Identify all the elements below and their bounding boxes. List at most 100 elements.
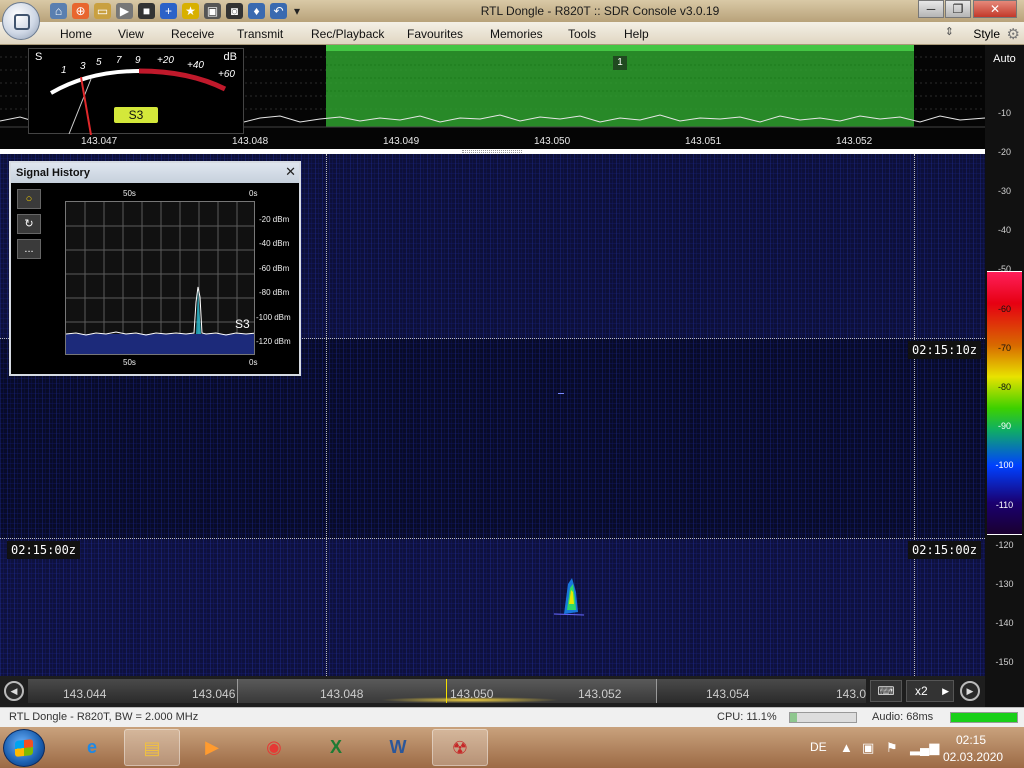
taskbar-app-media-player[interactable]: ▶ bbox=[184, 729, 240, 766]
tab-view[interactable]: View bbox=[118, 27, 144, 41]
status-bar: RTL Dongle - R820T, BW = 2.000 MHz CPU: … bbox=[0, 707, 1024, 727]
minimize-button[interactable]: ─ bbox=[918, 0, 944, 18]
maximize-button[interactable]: ❐ bbox=[945, 0, 971, 18]
history-axis-label: 0s bbox=[249, 189, 258, 198]
tab-help[interactable]: Help bbox=[624, 27, 649, 41]
app-icon bbox=[14, 14, 30, 30]
zoom-select[interactable]: x2 ▶ bbox=[906, 680, 954, 702]
clock-date[interactable]: 02.03.2020 bbox=[943, 750, 1003, 764]
stop-icon[interactable]: ■ bbox=[138, 3, 155, 19]
ruler-freq-label: 143.046 bbox=[192, 687, 236, 701]
color-scale-tick: -100 bbox=[995, 460, 1014, 470]
home-icon[interactable]: ⌂ bbox=[50, 3, 67, 19]
tuning-cursor[interactable] bbox=[446, 679, 447, 703]
quick-access-toolbar: ⌂ ⊕ ▭ ▶ ■ + ★ ▣ ◙ ♦ ↶ ▾ bbox=[50, 3, 302, 19]
s-meter-reading: S3 bbox=[114, 107, 158, 123]
audio-level-fill bbox=[951, 713, 1017, 722]
timestamp-label: 02:15:10z bbox=[908, 341, 982, 359]
spectrum-freq-tick: 143.049 bbox=[383, 136, 420, 147]
tray-expand-icon[interactable]: ▲ bbox=[840, 740, 853, 755]
gear-icon[interactable]: ⚙ bbox=[1007, 25, 1020, 43]
sdr-console-window: ⌂ ⊕ ▭ ▶ ■ + ★ ▣ ◙ ♦ ↶ ▾ RTL Dongle - R82… bbox=[0, 0, 1024, 768]
history-axis-label: 0s bbox=[249, 358, 258, 367]
close-icon[interactable]: ✕ bbox=[285, 164, 296, 180]
camera-icon[interactable]: ◙ bbox=[226, 3, 243, 19]
splitter-grip[interactable] bbox=[462, 150, 522, 153]
device-icon[interactable]: ▣ bbox=[862, 740, 874, 756]
record-button[interactable]: ○ bbox=[17, 189, 41, 209]
spectrum-freq-tick: 143.052 bbox=[836, 136, 873, 147]
db-tick: -40 bbox=[997, 225, 1011, 235]
tab-tools[interactable]: Tools bbox=[568, 27, 596, 41]
db-scale-60: +60 bbox=[218, 69, 235, 80]
taskbar-app-excel[interactable]: X bbox=[308, 729, 364, 766]
tab-receive[interactable]: Receive bbox=[171, 27, 214, 41]
signal-history-title-bar[interactable]: Signal History ✕ bbox=[11, 163, 299, 183]
ruler-freq-label: 143.050 bbox=[450, 687, 494, 701]
network-icon[interactable]: ▂▄▆ bbox=[910, 740, 939, 756]
close-button[interactable]: ✕ bbox=[973, 0, 1017, 18]
history-axis-label: 50s bbox=[123, 358, 136, 367]
color-scale-tick: -80 bbox=[997, 382, 1011, 392]
add-icon[interactable]: + bbox=[160, 3, 177, 19]
db-scale-20: +20 bbox=[157, 55, 174, 66]
star-icon[interactable]: ★ bbox=[182, 3, 199, 19]
color-scale-tick: -70 bbox=[997, 343, 1011, 353]
scroll-right-button[interactable]: ▶ bbox=[960, 681, 980, 701]
tab-rec-playback[interactable]: Rec/Playback bbox=[311, 27, 384, 41]
color-scale-top-handle[interactable] bbox=[987, 271, 1022, 272]
tab-transmit[interactable]: Transmit bbox=[237, 27, 283, 41]
folder-icon[interactable]: ▭ bbox=[94, 3, 111, 19]
application-menu-button[interactable] bbox=[2, 2, 40, 40]
spectrum-freq-tick: 143.048 bbox=[232, 136, 269, 147]
windows-logo-icon bbox=[15, 739, 33, 757]
audio-latency-label: Audio: 68ms bbox=[872, 711, 934, 723]
keyboard-button[interactable]: ⌨ bbox=[870, 680, 902, 702]
timestamp-label: 02:15:00z bbox=[908, 541, 982, 559]
history-level-label: -80 dBm bbox=[259, 288, 290, 297]
db-tick: -30 bbox=[997, 186, 1011, 196]
db-tick: -20 bbox=[997, 147, 1011, 157]
start-button[interactable] bbox=[3, 729, 45, 767]
filter-edge-line bbox=[914, 154, 915, 676]
history-axis-label: 50s bbox=[123, 189, 136, 198]
taskbar-app-word[interactable]: W bbox=[370, 729, 426, 766]
spectrum-freq-tick: 143.050 bbox=[534, 136, 571, 147]
lock-icon[interactable]: ▣ bbox=[204, 3, 221, 19]
vfo-marker[interactable]: 1 bbox=[613, 56, 627, 70]
play-icon[interactable]: ▶ bbox=[116, 3, 133, 19]
taskbar-app-windows-explorer[interactable]: ▤ bbox=[124, 729, 180, 766]
lifebuoy-icon[interactable]: ⊕ bbox=[72, 3, 89, 19]
taskbar-app-chrome[interactable]: ◉ bbox=[246, 729, 302, 766]
drop-icon[interactable]: ♦ bbox=[248, 3, 265, 19]
reset-button[interactable]: ↻ bbox=[17, 214, 41, 234]
taskbar-app-internet-explorer[interactable]: e bbox=[64, 729, 120, 766]
ruler-freq-label: 143.048 bbox=[320, 687, 364, 701]
more-options-button[interactable]: ... bbox=[17, 239, 41, 259]
taskbar-app-sdr-console[interactable]: ☢ bbox=[432, 729, 488, 766]
auto-scale-button[interactable]: Auto bbox=[985, 48, 1024, 70]
s-scale-3: 3 bbox=[80, 61, 86, 72]
s-scale-7: 7 bbox=[116, 55, 122, 66]
language-indicator[interactable]: DE bbox=[810, 740, 827, 754]
s-scale-5: 5 bbox=[96, 57, 102, 68]
style-menu[interactable]: Style bbox=[973, 27, 1000, 41]
cpu-usage-label: CPU: 11.1% bbox=[717, 711, 777, 723]
history-level-label: -100 dBm bbox=[256, 313, 291, 322]
qat-dropdown-icon[interactable]: ▾ bbox=[292, 3, 302, 19]
ribbon-scroll-icon[interactable]: ⇕ bbox=[945, 25, 954, 38]
db-scale-40: +40 bbox=[187, 60, 204, 71]
flag-icon[interactable]: ⚑ bbox=[886, 740, 898, 756]
clock-time[interactable]: 02:15 bbox=[956, 733, 986, 747]
title-bar: ⌂ ⊕ ▭ ▶ ■ + ★ ▣ ◙ ♦ ↶ ▾ RTL Dongle - R82… bbox=[0, 0, 1024, 22]
tab-memories[interactable]: Memories bbox=[490, 27, 543, 41]
tab-favourites[interactable]: Favourites bbox=[407, 27, 463, 41]
color-scale-tick: -90 bbox=[997, 421, 1011, 431]
scroll-left-button[interactable]: ◀ bbox=[4, 681, 24, 701]
zoom-value: x2 bbox=[915, 684, 928, 698]
db-tick: -150 bbox=[995, 657, 1014, 667]
color-scale-tick: -60 bbox=[997, 304, 1011, 314]
undo-icon[interactable]: ↶ bbox=[270, 3, 287, 19]
tab-home[interactable]: Home bbox=[60, 27, 92, 41]
color-scale-bottom-handle[interactable] bbox=[987, 534, 1022, 535]
